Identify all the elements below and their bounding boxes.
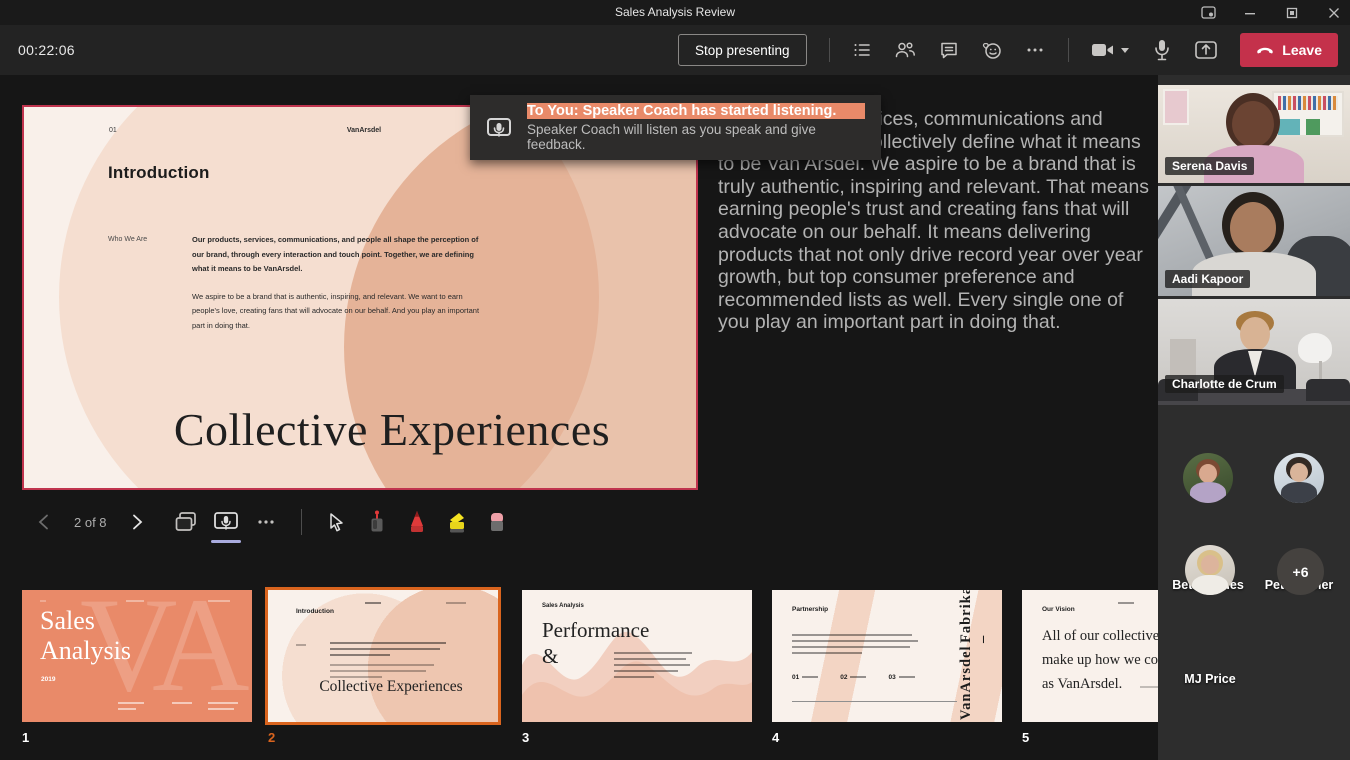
participant-name-label: Aadi Kapoor <box>1165 270 1250 288</box>
thumb-heading: Our Vision <box>1042 606 1075 613</box>
avatar-mj[interactable] <box>1185 545 1235 595</box>
slide-thumbnail-2-selected[interactable]: Introduction Collective Experiences <box>268 590 498 722</box>
slide-side-label: Who We Are <box>108 236 147 243</box>
slide-heading: Introduction <box>108 163 210 183</box>
slide-brand: VanArsdel <box>324 127 404 134</box>
thumb-year: 2019 <box>41 676 55 683</box>
teams-meeting-window: Sales Analysis Review 00:22:06 Stop pres… <box>0 0 1350 760</box>
participants-panel: Serena Davis Aadi Kapoor Charlotte de Cr… <box>1158 75 1350 760</box>
chair-decor <box>1298 333 1332 363</box>
microphone-icon[interactable] <box>1152 38 1173 62</box>
slide-thumbnail-4[interactable]: Partnership 01 02 03 VanArsdel Fabrikam … <box>772 590 1002 722</box>
thumb-title: Collective Experiences <box>288 678 494 696</box>
eraser-tool-icon[interactable] <box>484 507 510 537</box>
toolbar-controls: Stop presenting <box>678 33 1338 67</box>
popout-icon[interactable] <box>1200 5 1216 21</box>
thumb-rule <box>792 701 957 702</box>
slide-nav-row: 2 of 8 <box>30 503 510 541</box>
speaker-coach-toast[interactable]: To You: Speaker Coach has started listen… <box>470 95 881 160</box>
camera-control[interactable] <box>1091 41 1130 59</box>
avatar-beth[interactable] <box>1183 453 1233 503</box>
thumb-heading: Sales Analysis <box>542 603 584 609</box>
video-tile-serena[interactable]: Serena Davis <box>1158 85 1350 183</box>
video-tile-charlotte[interactable]: Charlotte de Crum <box>1158 299 1350 405</box>
minimize-icon[interactable] <box>1242 5 1258 21</box>
participant-name-label: Serena Davis <box>1165 157 1254 175</box>
camera-icon <box>1091 41 1115 59</box>
speaker-coach-toggle-icon[interactable] <box>213 507 239 537</box>
toast-subtitle: Speaker Coach will listen as you speak a… <box>527 122 865 152</box>
next-slide-icon[interactable] <box>125 507 151 537</box>
participant-video-face <box>1240 317 1270 351</box>
close-icon[interactable] <box>1326 5 1342 21</box>
participant-video-face <box>1232 101 1274 147</box>
share-icon[interactable] <box>1194 38 1218 62</box>
slide-page-number: 01 <box>109 127 117 134</box>
pen-tool-icon[interactable] <box>404 507 430 537</box>
speaker-coach-icon <box>486 115 512 141</box>
overflow-participants-badge[interactable]: +6 <box>1277 548 1324 595</box>
thumb-number: 2 <box>268 730 275 745</box>
poster-decor <box>1163 89 1189 125</box>
participant-video-face <box>1230 202 1276 254</box>
slide-body-paragraph: Our products, services, communications, … <box>192 233 484 277</box>
maximize-icon[interactable] <box>1284 5 1300 21</box>
slide-thumbnail-1[interactable]: VA Sales Analysis 2019 <box>22 590 252 722</box>
slide-title: Collective Experiences <box>94 403 690 456</box>
avatar-name: MJ Price <box>1155 672 1265 686</box>
avatar-pete[interactable] <box>1274 453 1324 503</box>
previous-slide-icon[interactable] <box>30 507 56 537</box>
thumb-number: 1 <box>22 730 29 745</box>
window-title: Sales Analysis Review <box>0 0 1350 25</box>
slide-position: 2 of 8 <box>70 515 111 530</box>
desk-chair-decor <box>1306 379 1350 401</box>
thumb-text-line: make up how we co <box>1042 652 1158 669</box>
cursor-tool-icon[interactable] <box>324 507 350 537</box>
presentation-slide[interactable]: 01 VanArsdel Introduction Who We Are Our… <box>22 105 698 490</box>
title-bar: Sales Analysis Review <box>0 0 1350 25</box>
highlighter-tool-icon[interactable] <box>444 507 470 537</box>
private-view-icon[interactable] <box>173 507 199 537</box>
meeting-notes-icon[interactable] <box>851 38 872 62</box>
stop-presenting-button[interactable]: Stop presenting <box>678 34 807 66</box>
leave-button[interactable]: Leave <box>1240 33 1338 67</box>
thumb-number: 5 <box>1022 730 1029 745</box>
bookshelf-decor <box>1272 91 1344 137</box>
camera-dropdown-icon[interactable] <box>1120 47 1130 54</box>
thumb-text-line: as VanArsdel. <box>1042 676 1122 693</box>
active-tool-underline <box>211 540 241 543</box>
toast-text: To You: Speaker Coach has started listen… <box>527 103 865 152</box>
meeting-toolbar: 00:22:06 Stop presenting <box>0 25 1350 75</box>
participant-name-label: Charlotte de Crum <box>1165 375 1284 393</box>
thumb-heading: Partnership <box>792 606 828 613</box>
more-options-icon[interactable] <box>1025 38 1046 62</box>
chat-icon[interactable] <box>938 38 959 62</box>
slide-thumbnail-3[interactable]: Sales Analysis Performance & <box>522 590 752 722</box>
thumb-title: Performance <box>542 618 649 643</box>
thumb-text-line: All of our collective <box>1042 628 1159 645</box>
meeting-timer: 00:22:06 <box>18 42 75 58</box>
laser-pointer-icon[interactable] <box>364 507 390 537</box>
thumb-title-amp: & <box>542 644 558 669</box>
thumb-number: 4 <box>772 730 779 745</box>
hangup-icon <box>1256 46 1274 55</box>
slide-body-paragraph: We aspire to be a brand that is authenti… <box>192 290 484 334</box>
toolbar-divider <box>829 38 830 62</box>
thumb-number: 3 <box>522 730 529 745</box>
nav-divider <box>301 509 302 535</box>
toolbar-divider <box>1068 38 1069 62</box>
reactions-icon[interactable] <box>981 38 1003 62</box>
thumb-vertical-title: VanArsdel Fabrikam – <box>958 598 992 720</box>
slide-body: Our products, services, communications, … <box>192 233 484 333</box>
table-decor <box>1170 339 1196 379</box>
leave-label: Leave <box>1282 42 1322 58</box>
thumb-numbered-items: 01 02 03 <box>792 674 915 681</box>
toast-title: To You: Speaker Coach has started listen… <box>527 103 865 119</box>
video-tile-aadi[interactable]: Aadi Kapoor <box>1158 186 1350 296</box>
participants-icon[interactable] <box>894 38 916 62</box>
window-controls <box>1200 0 1342 25</box>
thumb-heading: Introduction <box>296 608 334 615</box>
thumb-title: Sales Analysis <box>40 606 131 666</box>
nav-more-icon[interactable] <box>253 507 279 537</box>
